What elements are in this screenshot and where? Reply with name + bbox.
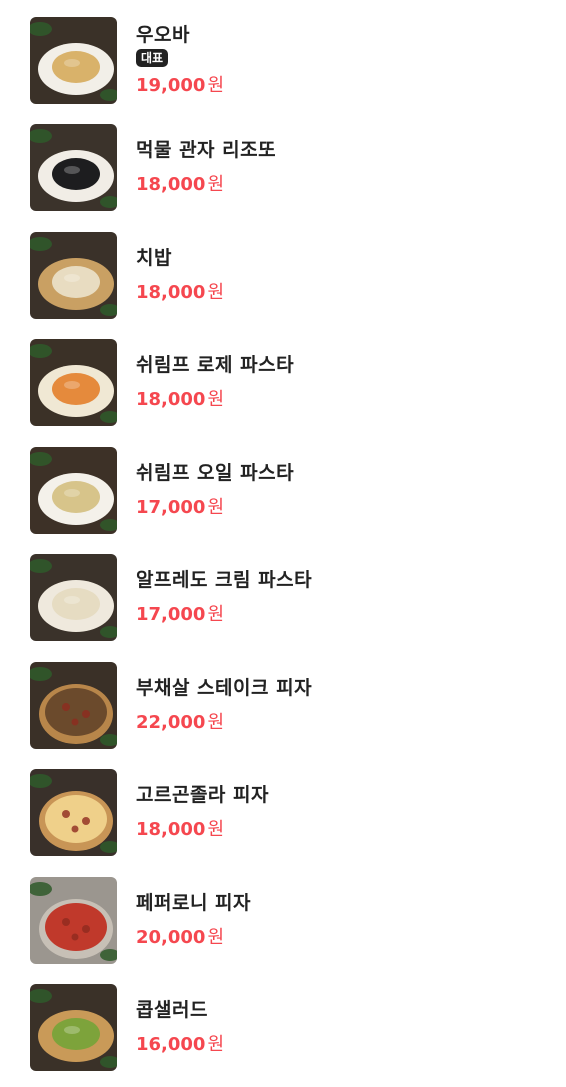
currency-unit: 원 xyxy=(207,604,225,625)
menu-item-name: 먹물 관자 리조또 xyxy=(136,139,277,161)
menu-item-name: 부채살 스테이크 피자 xyxy=(136,677,313,699)
menu-item-price-row: 22,000 원 xyxy=(136,708,312,734)
menu-item[interactable]: 쉬림프 로제 파스타 18,000 원 xyxy=(30,338,536,426)
menu-item-info: 알프레도 크림 파스타 17,000 원 xyxy=(136,553,312,641)
menu-item[interactable]: 우오바대표 19,000 원 xyxy=(30,16,536,104)
menu-item-info: 쉬림프 로제 파스타 18,000 원 xyxy=(136,338,294,426)
dish-photo-icon[interactable] xyxy=(30,768,117,856)
dish-photo-icon[interactable] xyxy=(30,661,117,749)
currency-unit: 원 xyxy=(207,712,225,733)
menu-item-name: 알프레도 크림 파스타 xyxy=(136,569,313,591)
currency-unit: 원 xyxy=(207,389,225,410)
menu-item-price-row: 18,000 원 xyxy=(136,278,224,304)
menu-item-price: 22,000 xyxy=(136,712,206,733)
currency-unit: 원 xyxy=(207,927,225,948)
currency-unit: 원 xyxy=(207,819,225,840)
menu-item-price-row: 16,000 원 xyxy=(136,1030,224,1056)
menu-item-name: 쉬림프 로제 파스타 xyxy=(136,354,295,376)
menu-item-name: 페퍼로니 피자 xyxy=(136,892,251,914)
currency-unit: 원 xyxy=(207,1034,225,1055)
menu-item-info: 우오바대표 19,000 원 xyxy=(136,16,224,104)
dish-photo-icon[interactable] xyxy=(30,123,117,211)
dish-photo-icon[interactable] xyxy=(30,446,117,534)
menu-item[interactable]: 고르곤졸라 피자 18,000 원 xyxy=(30,768,536,856)
menu-item-name: 콥샐러드 xyxy=(136,999,208,1021)
menu-item-name: 고르곤졸라 피자 xyxy=(136,784,269,806)
menu-item-price: 18,000 xyxy=(136,174,206,195)
menu-item-price: 18,000 xyxy=(136,282,206,303)
menu-item[interactable]: 먹물 관자 리조또 18,000 원 xyxy=(30,123,536,211)
dish-photo-icon[interactable] xyxy=(30,338,117,426)
menu-item[interactable]: 페퍼로니 피자 20,000 원 xyxy=(30,876,536,964)
menu-item-info: 쉬림프 오일 파스타 17,000 원 xyxy=(136,446,294,534)
menu-item-price-row: 20,000 원 xyxy=(136,923,251,949)
currency-unit: 원 xyxy=(207,497,225,518)
menu-item-price: 17,000 xyxy=(136,604,206,625)
menu-item-info: 고르곤졸라 피자 18,000 원 xyxy=(136,768,269,856)
menu-item-price: 18,000 xyxy=(136,819,206,840)
currency-unit: 원 xyxy=(207,282,225,303)
menu-item-price-row: 17,000 원 xyxy=(136,493,294,519)
menu-item-price-row: 18,000 원 xyxy=(136,170,276,196)
menu-item-price-row: 18,000 원 xyxy=(136,815,269,841)
menu-item-price-row: 18,000 원 xyxy=(136,385,294,411)
dish-photo-icon[interactable] xyxy=(30,231,117,319)
menu-item-price-row: 17,000 원 xyxy=(136,600,312,626)
menu-item-name: 우오바 xyxy=(136,24,190,46)
signature-badge: 대표 xyxy=(136,49,169,67)
menu-item[interactable]: 치밥 18,000 원 xyxy=(30,231,536,319)
menu-item[interactable]: 알프레도 크림 파스타 17,000 원 xyxy=(30,553,536,641)
menu-item[interactable]: 콥샐러드 16,000 원 xyxy=(30,983,536,1071)
menu-item-price-row: 19,000 원 xyxy=(136,71,224,97)
dish-photo-icon[interactable] xyxy=(30,16,117,104)
menu-item[interactable]: 쉬림프 오일 파스타 17,000 원 xyxy=(30,446,536,534)
menu-item-name: 치밥 xyxy=(136,247,172,269)
dish-photo-icon[interactable] xyxy=(30,983,117,1071)
menu-item-price: 16,000 xyxy=(136,1034,206,1055)
currency-unit: 원 xyxy=(207,174,225,195)
menu-item[interactable]: 부채살 스테이크 피자 22,000 원 xyxy=(30,661,536,749)
menu-item-price: 19,000 xyxy=(136,75,206,96)
menu-item-name: 쉬림프 오일 파스타 xyxy=(136,462,295,484)
dish-photo-icon[interactable] xyxy=(30,553,117,641)
dish-photo-icon[interactable] xyxy=(30,876,117,964)
menu-item-info: 콥샐러드 16,000 원 xyxy=(136,983,224,1071)
menu-item-info: 부채살 스테이크 피자 22,000 원 xyxy=(136,661,312,749)
menu-item-price: 20,000 xyxy=(136,927,206,948)
menu-item-price: 18,000 xyxy=(136,389,206,410)
menu-item-price: 17,000 xyxy=(136,497,206,518)
menu-item-info: 먹물 관자 리조또 18,000 원 xyxy=(136,123,276,211)
menu-item-info: 치밥 18,000 원 xyxy=(136,231,224,319)
menu-item-info: 페퍼로니 피자 20,000 원 xyxy=(136,876,251,964)
currency-unit: 원 xyxy=(207,75,225,96)
